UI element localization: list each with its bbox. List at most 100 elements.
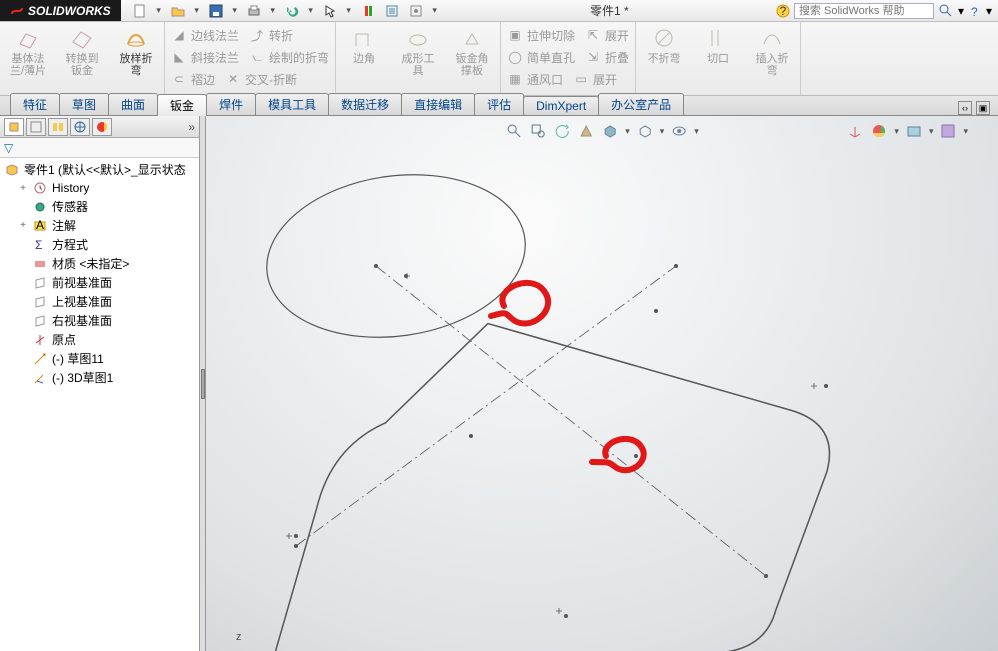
axis-label: z: [236, 631, 242, 643]
tree-origin[interactable]: 原点: [0, 330, 199, 349]
tab-feature[interactable]: 特征: [10, 93, 60, 115]
vent-button[interactable]: ▦通风口: [507, 69, 563, 89]
cross-break-button[interactable]: ✕交叉-折断: [225, 69, 297, 89]
save-dropdown[interactable]: ▾: [231, 5, 239, 16]
select-dropdown[interactable]: ▾: [345, 5, 353, 16]
tree-3dsketch1[interactable]: (-) 3D草图1: [0, 368, 199, 387]
tab-weldment[interactable]: 焊件: [206, 93, 256, 115]
sketched-bend-icon: ⦦: [249, 49, 265, 65]
insert-bend-button[interactable]: 插入折弯: [750, 25, 794, 77]
annotation-icon: A: [32, 218, 48, 234]
undo-dropdown[interactable]: ▾: [307, 5, 315, 16]
settings-dropdown[interactable]: ▾: [431, 5, 439, 16]
plane-icon: [32, 294, 48, 310]
ribbon-group-flange: ◢边线法兰 ⤴转折 ◣斜接法兰 ⦦绘制的折弯 ⊂褶边 ✕交叉-折断: [165, 22, 336, 95]
cross-break-icon: ✕: [225, 71, 241, 87]
new-file-button[interactable]: [131, 2, 149, 20]
unfold-button[interactable]: ⇱展开: [585, 25, 629, 45]
ribbon-group-bend: 不折弯 切口 插入折弯: [636, 22, 801, 95]
extruded-cut-icon: ▣: [507, 27, 523, 43]
tab-mold[interactable]: 模具工具: [255, 93, 329, 115]
document-title: 零件1 *: [449, 2, 770, 19]
print-dropdown[interactable]: ▾: [269, 5, 277, 16]
extruded-cut-button[interactable]: ▣拉伸切除: [507, 25, 575, 45]
tree-history[interactable]: +History: [0, 179, 199, 197]
jog-button[interactable]: ⤴转折: [249, 25, 293, 45]
lofted-bend-button[interactable]: 放样折弯: [114, 25, 158, 77]
equation-icon: Σ: [32, 237, 48, 253]
rip-button[interactable]: 切口: [696, 25, 740, 77]
sketch-canvas: [206, 116, 998, 651]
sensor-icon: [32, 199, 48, 215]
tree-top-plane[interactable]: 上视基准面: [0, 292, 199, 311]
convert-sheetmetal-button[interactable]: 转换到钣金: [60, 25, 104, 77]
tree-sensors[interactable]: 传感器: [0, 197, 199, 216]
expand-button[interactable]: ‹›: [958, 101, 972, 115]
collapse-button[interactable]: ▣: [976, 101, 990, 115]
undo-button[interactable]: [283, 2, 301, 20]
tree-filter[interactable]: ▽: [0, 138, 199, 158]
open-dropdown[interactable]: ▾: [193, 5, 201, 16]
tab-dimxpert[interactable]: DimXpert: [523, 96, 599, 115]
app-logo: SOLIDWORKS: [0, 0, 121, 21]
ribbon-group-cut: ▣拉伸切除 ⇱展开 ◯简单直孔 ⇲折叠 ▦通风口 ▭展开: [501, 22, 636, 95]
search-dropdown[interactable]: ▾: [958, 4, 964, 18]
property-tab[interactable]: [26, 118, 46, 136]
display-tab[interactable]: [92, 118, 112, 136]
tree-front-plane[interactable]: 前视基准面: [0, 273, 199, 292]
hem-button[interactable]: ⊂褶边: [171, 69, 215, 89]
dimxpert-tab[interactable]: [70, 118, 90, 136]
graphics-viewport[interactable]: ▾ ▾ ▾ ▾ ▾ ▾: [206, 116, 998, 651]
part-icon: [4, 162, 20, 178]
origin-icon: [32, 332, 48, 348]
svg-text:Σ: Σ: [35, 238, 42, 252]
lofted-bend-icon: [123, 25, 149, 51]
corner-button[interactable]: 边角: [342, 25, 386, 77]
tree-material[interactable]: 材质 <未指定>: [0, 254, 199, 273]
new-dropdown[interactable]: ▾: [155, 5, 163, 16]
print-button[interactable]: [245, 2, 263, 20]
insert-bend-icon: [759, 25, 785, 51]
save-button[interactable]: [207, 2, 225, 20]
search-icon[interactable]: [938, 3, 954, 19]
tree-right-plane[interactable]: 右视基准面: [0, 311, 199, 330]
tab-surface[interactable]: 曲面: [108, 93, 158, 115]
forming-tool-button[interactable]: 成形工具: [396, 25, 440, 77]
select-button[interactable]: [321, 2, 339, 20]
no-bend-button[interactable]: 不折弯: [642, 25, 686, 77]
tree-annotations[interactable]: +A注解: [0, 216, 199, 235]
search-input[interactable]: [794, 3, 934, 19]
panel-expand-button[interactable]: »: [188, 120, 195, 134]
tab-office[interactable]: 办公室产品: [598, 93, 684, 115]
tree-root[interactable]: 零件1 (默认<<默认>_显示状态: [0, 160, 199, 179]
tab-evaluate[interactable]: 评估: [474, 93, 524, 115]
gusset-icon: [459, 25, 485, 51]
open-file-button[interactable]: [169, 2, 187, 20]
plane-icon: [32, 275, 48, 291]
tree-sketch11[interactable]: (-) 草图11: [0, 349, 199, 368]
edge-flange-button[interactable]: ◢边线法兰: [171, 25, 239, 45]
gusset-button[interactable]: 钣金角撑板: [450, 25, 494, 77]
rebuild-button[interactable]: [359, 2, 377, 20]
tree-equations[interactable]: Σ方程式: [0, 235, 199, 254]
options-button[interactable]: [383, 2, 401, 20]
tab-data[interactable]: 数据迁移: [328, 93, 402, 115]
config-tab[interactable]: [48, 118, 68, 136]
miter-flange-button[interactable]: ◣斜接法兰: [171, 47, 239, 67]
ribbon-group-corner: 边角 成形工具 钣金角撑板: [336, 22, 501, 95]
tab-sketch[interactable]: 草图: [59, 93, 109, 115]
sketch-icon: [32, 351, 48, 367]
fold-button[interactable]: ⇲折叠: [585, 47, 629, 67]
base-flange-button[interactable]: 基体法兰/薄片: [6, 25, 50, 77]
jog-icon: ⤴: [249, 27, 265, 43]
unfold-icon: ⇱: [585, 27, 601, 43]
settings-button[interactable]: [407, 2, 425, 20]
simple-hole-button[interactable]: ◯简单直孔: [507, 47, 575, 67]
feature-tree-tab[interactable]: [4, 118, 24, 136]
flatten-button[interactable]: ▭展开: [573, 69, 617, 89]
help-dropdown[interactable]: ▾: [986, 4, 992, 18]
tab-sheetmetal[interactable]: 钣金: [157, 94, 207, 116]
tab-directedit[interactable]: 直接编辑: [401, 93, 475, 115]
help-question-icon[interactable]: ?: [968, 4, 982, 18]
sketched-bend-button[interactable]: ⦦绘制的折弯: [249, 47, 329, 67]
